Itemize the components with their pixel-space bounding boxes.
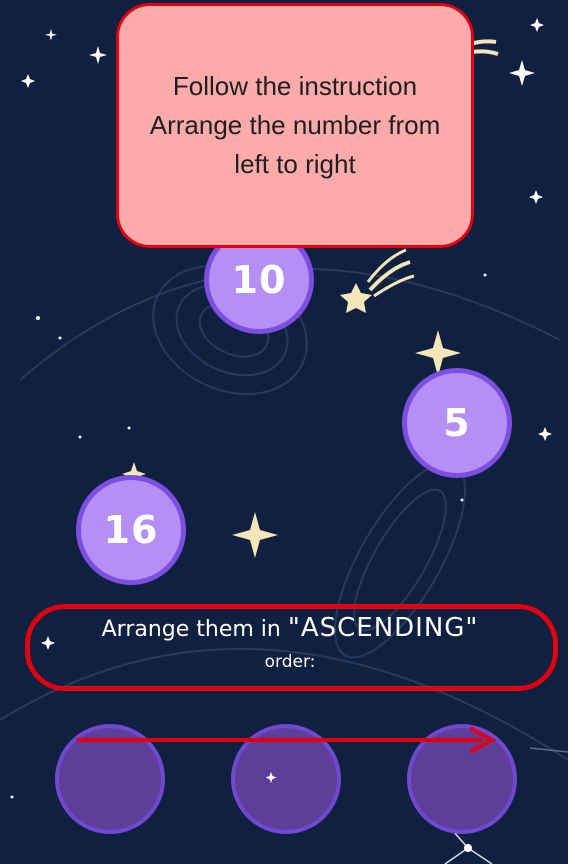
popup-line-2: Arrange the number from — [149, 110, 441, 140]
bubble-label: 16 — [103, 508, 159, 552]
answer-slot-2[interactable] — [231, 724, 341, 834]
bubble-label: 10 — [231, 258, 287, 302]
instruction-suffix: order: — [264, 652, 316, 672]
task-instruction: Arrange them in "ASCENDING" order: — [30, 612, 550, 678]
popup-line-1: Follow the instruction — [172, 71, 418, 101]
number-bubble-16[interactable]: 16 — [76, 475, 186, 585]
instruction-popup: Follow the instruction Arrange the numbe… — [116, 3, 474, 248]
bubble-label: 5 — [443, 401, 471, 445]
number-bubble-5[interactable]: 5 — [402, 368, 512, 478]
answer-slot-1[interactable] — [55, 724, 165, 834]
instruction-emphasis: "ASCENDING" — [287, 613, 479, 643]
instruction-prefix: Arrange them in — [101, 617, 288, 642]
game-stage: 10 5 16 Follow the instruction Arrange t… — [0, 0, 568, 864]
answer-slot-3[interactable] — [407, 724, 517, 834]
popup-line-3: left to right — [234, 149, 356, 179]
